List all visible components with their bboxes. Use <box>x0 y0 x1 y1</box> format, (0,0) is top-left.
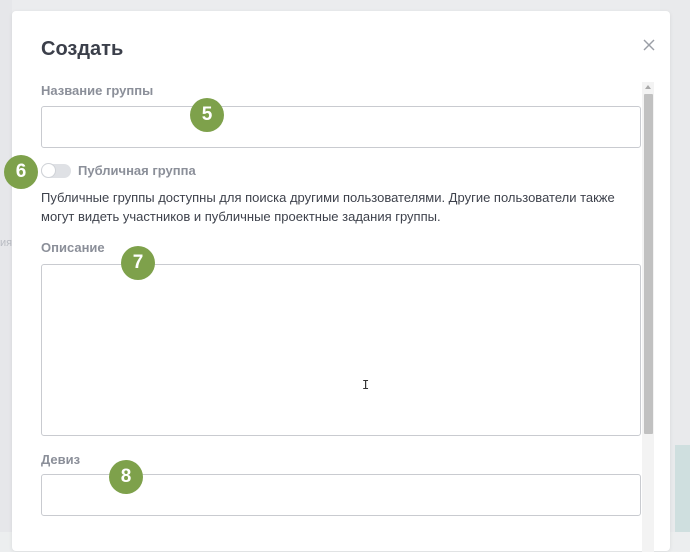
scrollbar-thumb[interactable] <box>644 94 653 434</box>
group-name-label: Название группы <box>41 83 154 98</box>
group-name-input[interactable] <box>41 106 641 148</box>
background-panel-left <box>0 0 12 532</box>
dialog-title: Создать <box>41 38 124 60</box>
toggle-knob <box>41 163 56 178</box>
text-cursor-icon: I <box>362 378 370 392</box>
public-group-help-text: Публичные группы доступны для поиска дру… <box>41 190 615 224</box>
public-group-label: Публичная группа <box>78 163 196 178</box>
background-teal-block <box>675 445 690 532</box>
description-textarea[interactable] <box>41 264 641 436</box>
public-group-toggle[interactable] <box>41 163 71 178</box>
background-peek-text: ия <box>0 237 13 249</box>
motto-label: Девиз <box>41 452 81 467</box>
scroll-up-arrow-icon[interactable] <box>645 85 651 89</box>
step-badge-8: 8 <box>109 460 143 494</box>
close-icon[interactable] <box>641 37 657 53</box>
step-badge-5: 5 <box>190 98 224 132</box>
step-badge-6: 6 <box>4 155 38 189</box>
step-badge-7: 7 <box>121 246 155 280</box>
description-label: Описание <box>41 240 105 255</box>
